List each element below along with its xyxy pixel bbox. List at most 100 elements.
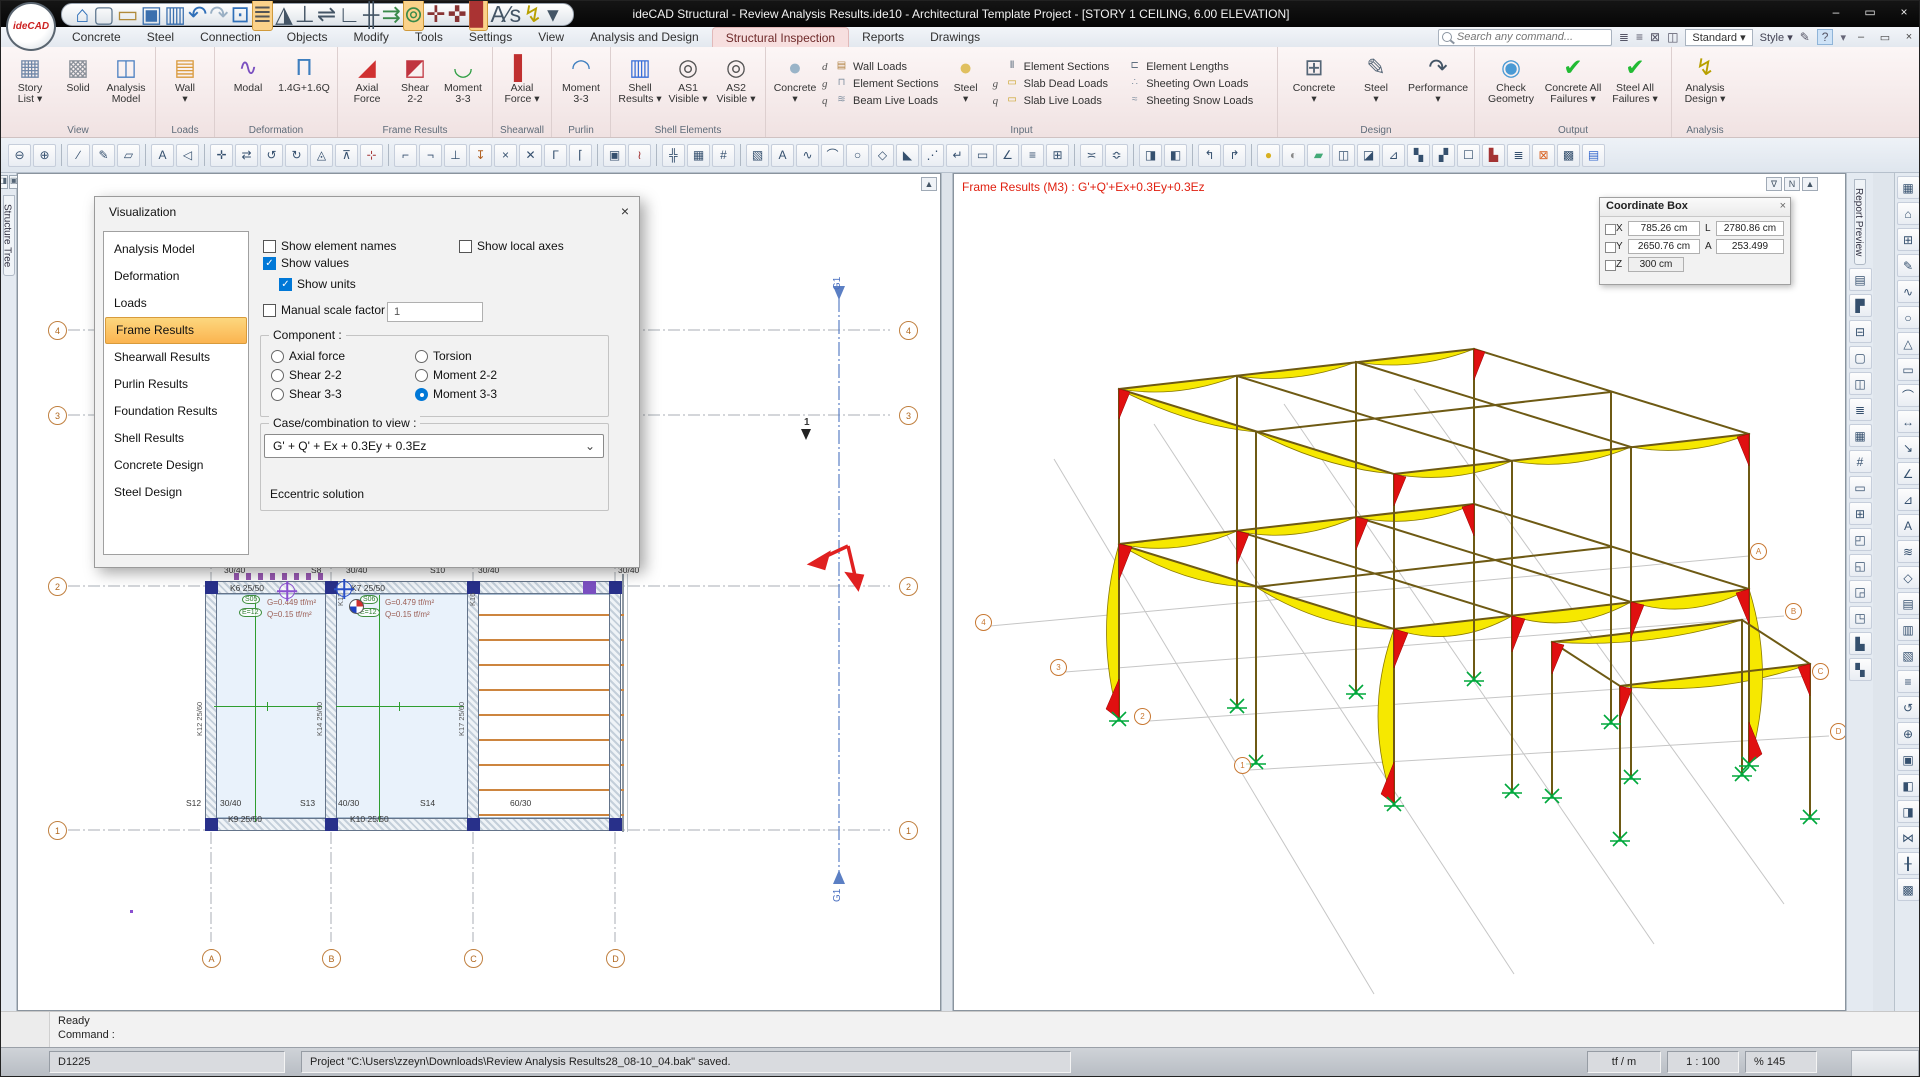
ribbon-button[interactable]: ▩Solid bbox=[54, 49, 102, 94]
result-category-item[interactable]: Purlin Results bbox=[104, 371, 248, 398]
window-button[interactable]: × bbox=[1895, 5, 1913, 19]
quick-access-icon[interactable]: ↶ bbox=[188, 0, 207, 30]
side-tool-icon[interactable]: ≋ bbox=[1897, 540, 1920, 563]
side-tool-icon[interactable]: ⊕ bbox=[1897, 722, 1920, 745]
side-tool-icon[interactable]: ▥ bbox=[1897, 618, 1920, 641]
side-tool-icon[interactable]: ◇ bbox=[1897, 566, 1920, 589]
drawing-tool-icon[interactable]: ▦ bbox=[687, 144, 710, 167]
drawing-tool-icon[interactable]: ● bbox=[1257, 144, 1280, 167]
drawing-tool-icon[interactable] bbox=[61, 144, 62, 166]
drawing-tool-icon[interactable]: ▧ bbox=[746, 144, 769, 167]
grid-bubble[interactable]: 2 bbox=[48, 577, 67, 596]
drawing-tool-icon[interactable]: ⊠ bbox=[1532, 144, 1555, 167]
quick-access-icon[interactable]: ╫ bbox=[363, 0, 380, 30]
help-button[interactable]: ? bbox=[1817, 29, 1834, 45]
component-radio[interactable]: Axial force bbox=[271, 349, 345, 363]
quick-access-icon[interactable]: ⌂ bbox=[74, 0, 91, 30]
plan-beam[interactable] bbox=[609, 581, 621, 831]
drawing-tool-icon[interactable]: ⊖ bbox=[8, 144, 31, 167]
drawing-tool-icon[interactable]: ⌈ bbox=[569, 144, 592, 167]
show-units-checkbox[interactable]: ✓Show units bbox=[279, 277, 356, 291]
ribbon-button[interactable]: ▦StoryList ▾ bbox=[6, 49, 54, 105]
side-tool-icon[interactable]: ≣ bbox=[1849, 398, 1872, 421]
command-prompt[interactable]: Command : bbox=[58, 1029, 115, 1041]
drawing-tool-icon[interactable]: ∠ bbox=[996, 144, 1019, 167]
drawing-tool-icon[interactable]: ▚ bbox=[1407, 144, 1430, 167]
side-tool-icon[interactable]: ⊟ bbox=[1849, 320, 1872, 343]
side-tool-icon[interactable]: ▤ bbox=[1897, 592, 1920, 615]
quick-access-icon[interactable]: ▥ bbox=[164, 0, 186, 30]
drawing-tool-icon[interactable]: ◧ bbox=[1164, 144, 1187, 167]
result-category-item[interactable]: Deformation bbox=[104, 263, 248, 290]
ribbon-button[interactable]: ◎AS1Visible ▾ bbox=[664, 49, 712, 105]
drawing-tool-icon[interactable]: ◣ bbox=[896, 144, 919, 167]
style-paint-icon[interactable]: ✎ bbox=[1800, 30, 1810, 44]
drawing-tool-icon[interactable]: ⊕ bbox=[33, 144, 56, 167]
ribbon-button[interactable]: ▥ShellResults ▾ bbox=[616, 49, 664, 105]
layer-visibility-icon[interactable]: ⊠ bbox=[1650, 30, 1660, 44]
show-values-checkbox[interactable]: ✓Show values bbox=[263, 256, 349, 270]
quick-access-icon[interactable]: ▾ bbox=[544, 0, 561, 30]
side-tool-icon[interactable]: △ bbox=[1897, 332, 1920, 355]
structure-tree-tab[interactable]: Structure Tree bbox=[3, 195, 15, 276]
quick-access-icon[interactable]: ≣ bbox=[252, 0, 273, 31]
drawing-tool-icon[interactable]: ✕ bbox=[519, 144, 542, 167]
window-button[interactable]: ▭ bbox=[1861, 5, 1879, 19]
drawing-tool-icon[interactable]: ◫ bbox=[1332, 144, 1355, 167]
ribbon-button[interactable]: ∿Modal bbox=[220, 49, 276, 94]
ribbon-button[interactable]: ✔Steel AllFailures ▾ bbox=[1604, 49, 1666, 105]
drawing-tool-icon[interactable]: ≡ bbox=[1021, 144, 1044, 167]
plan-beam[interactable] bbox=[211, 818, 615, 831]
side-tool-icon[interactable]: ↺ bbox=[1897, 696, 1920, 719]
plan-column[interactable] bbox=[609, 818, 622, 831]
window-button[interactable]: – bbox=[1827, 5, 1845, 19]
search-input[interactable] bbox=[1438, 29, 1612, 46]
ribbon-button[interactable]: ⊞Concrete▾ bbox=[1283, 49, 1345, 105]
drawing-tool-icon[interactable]: ⊹ bbox=[360, 144, 383, 167]
ribbon-tab[interactable]: Steel bbox=[134, 27, 187, 47]
drawing-tool-icon[interactable]: × bbox=[494, 144, 517, 167]
side-tool-icon[interactable]: A bbox=[1897, 514, 1920, 537]
z-lock-checkbox[interactable] bbox=[1605, 260, 1616, 271]
show-local-axes-checkbox[interactable]: Show local axes bbox=[459, 239, 564, 253]
ribbon-button[interactable]: ◠Moment3-3 bbox=[557, 49, 605, 105]
quick-access-icon[interactable]: ↯ bbox=[523, 0, 542, 30]
ribbon-tab[interactable]: Settings bbox=[456, 27, 525, 47]
grid-bubble[interactable]: 3 bbox=[899, 406, 918, 425]
mdi-window-button[interactable]: – bbox=[1853, 31, 1869, 44]
drawing-tool-icon[interactable]: ○ bbox=[846, 144, 869, 167]
quick-access-icon[interactable]: ▭ bbox=[117, 0, 139, 30]
drawing-tool-icon[interactable]: ◪ bbox=[1357, 144, 1380, 167]
drawing-tool-icon[interactable]: ◬ bbox=[310, 144, 333, 167]
side-tool-icon[interactable]: ○ bbox=[1897, 306, 1920, 329]
result-category-item[interactable]: Foundation Results bbox=[104, 398, 248, 425]
ribbon-button[interactable]: ◩Shear2-2 bbox=[391, 49, 439, 105]
plan-column[interactable] bbox=[609, 581, 622, 594]
drawing-tool-icon[interactable]: ↰ bbox=[1198, 144, 1221, 167]
drawing-tool-icon[interactable]: ⇄ bbox=[235, 144, 258, 167]
grid-bubble[interactable]: D bbox=[606, 949, 625, 968]
drawing-tool-icon[interactable]: ⌐ bbox=[394, 144, 417, 167]
drawing-scale-cell[interactable]: 1 : 100 bbox=[1667, 1051, 1739, 1073]
result-category-item[interactable]: Shell Results bbox=[104, 425, 248, 452]
style-dropdown[interactable]: Style ▾ bbox=[1760, 31, 1793, 44]
grid-bubble[interactable]: 4 bbox=[48, 321, 67, 340]
ribbon-small-button[interactable]: q▭Slab Live Loads bbox=[993, 92, 1110, 109]
plan-beam[interactable] bbox=[467, 581, 479, 831]
x-value-field[interactable]: 785.26 cm bbox=[1628, 221, 1700, 236]
drawing-tool-icon[interactable]: ∿ bbox=[796, 144, 819, 167]
ribbon-tab[interactable]: Concrete bbox=[59, 27, 134, 47]
grid-bubble[interactable]: 3 bbox=[48, 406, 67, 425]
drawing-tool-icon[interactable]: ▤ bbox=[1582, 144, 1605, 167]
component-radio[interactable]: Shear 3-3 bbox=[271, 387, 342, 401]
scale-factor-input[interactable]: 1 bbox=[387, 302, 483, 322]
component-radio[interactable]: Moment 3-3 bbox=[415, 387, 497, 401]
grid-bubble[interactable]: 1 bbox=[899, 821, 918, 840]
side-tool-icon[interactable]: ✎ bbox=[1897, 254, 1920, 277]
drawing-tool-icon[interactable]: ⊥ bbox=[444, 144, 467, 167]
drawing-tool-icon[interactable]: ↧ bbox=[469, 144, 492, 167]
drawing-tool-icon[interactable] bbox=[1133, 144, 1134, 166]
side-tool-icon[interactable]: ◱ bbox=[1849, 554, 1872, 577]
side-tool-icon[interactable]: ⌂ bbox=[1897, 202, 1920, 225]
result-category-item[interactable]: Loads bbox=[104, 290, 248, 317]
